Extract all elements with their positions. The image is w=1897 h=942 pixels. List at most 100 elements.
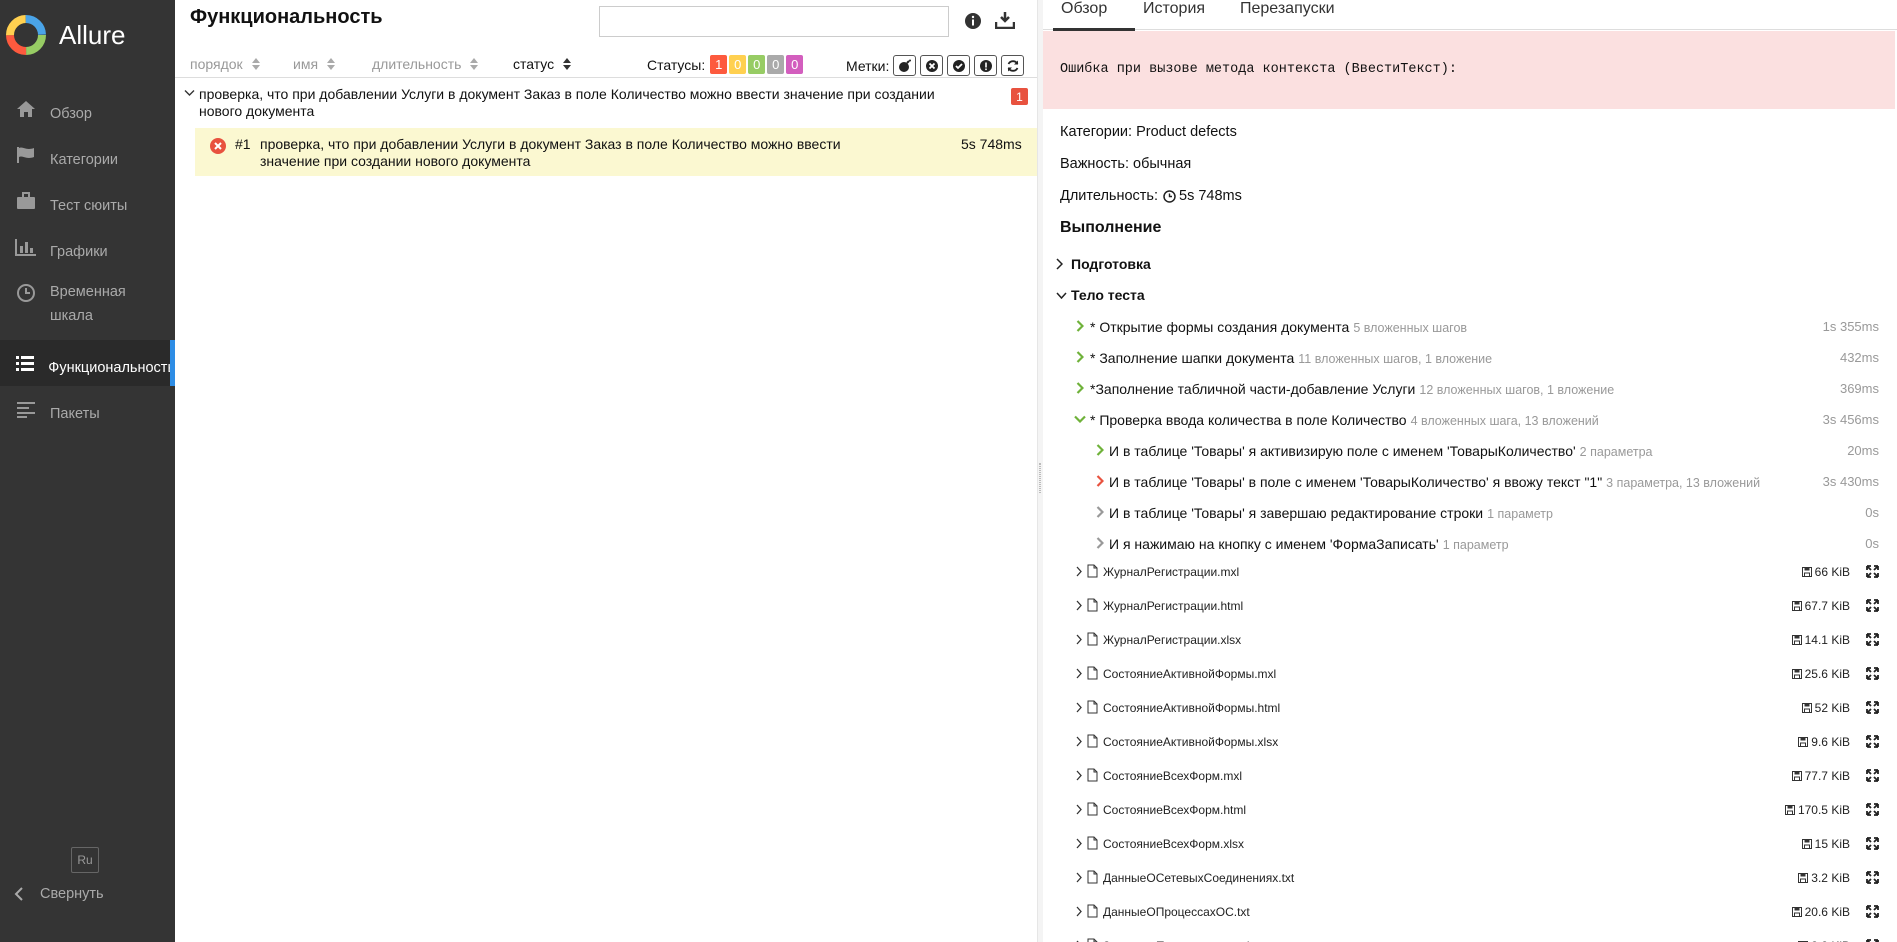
status-badge-failed[interactable]: 1 (710, 55, 728, 74)
test-details-pane: Обзор История Перезапуски Ошибка при выз… (1043, 0, 1897, 942)
info-icon[interactable] (964, 12, 982, 30)
step-row[interactable]: *Заполнение табличной части-добавление У… (1043, 378, 1879, 400)
search-input[interactable] (599, 6, 949, 37)
expand-icon[interactable] (1866, 905, 1879, 918)
sidebar-item-graphs[interactable]: Графики (0, 224, 175, 270)
attachment-row[interactable]: ДанныеОПроцессахОС.txt 20.6 KiB (1043, 900, 1895, 924)
expand-icon[interactable] (1866, 667, 1879, 680)
attachment-row[interactable]: ЖурналРегистрации.html 67.7 KiB (1043, 594, 1895, 618)
step-row[interactable]: * Проверка ввода количества в поле Колич… (1043, 409, 1879, 431)
substep-duration: 20ms (1847, 443, 1879, 458)
attachment-size-value: 14.1 KiB (1804, 633, 1850, 647)
tab-overview[interactable]: Обзор (1052, 0, 1136, 31)
file-icon (1087, 802, 1098, 816)
mark-flaky-button[interactable] (893, 55, 917, 76)
attachment-row[interactable]: СостояниеАктивнойФормы.xlsx 9.6 KiB (1043, 730, 1895, 754)
substep-row[interactable]: И я нажимаю на кнопку с именем 'ФормаЗап… (1043, 533, 1879, 555)
logo[interactable]: Allure (5, 12, 125, 58)
chevron-right-icon (1076, 838, 1082, 849)
mark-new-passed-button[interactable] (947, 55, 971, 76)
expand-icon[interactable] (1866, 565, 1879, 578)
save-icon (1791, 771, 1802, 781)
mark-retries-button[interactable] (1001, 55, 1025, 76)
attachment-size: 3.2 KiB (1798, 871, 1850, 885)
sort-name[interactable]: имя (293, 56, 336, 72)
attachment-name: ДанныеОПроцессахОС.txt (1103, 905, 1250, 919)
language-button[interactable]: Ru (71, 847, 99, 873)
attachment-row[interactable]: СостояниеАктивнойФормы.mxl 25.6 KiB (1043, 662, 1895, 686)
sort-order[interactable]: порядок (190, 56, 260, 72)
step-duration: 1s 355ms (1822, 319, 1879, 334)
attachment-size: 25.6 KiB (1791, 667, 1850, 681)
attachment-row[interactable]: СостояниеАктивнойФормы.html 52 KiB (1043, 696, 1895, 720)
step-extra: 4 вложенных шага, 13 вложений (1410, 414, 1599, 428)
step-duration: 369ms (1839, 381, 1879, 396)
file-icon (1087, 836, 1098, 850)
marks-filter: Метки: (846, 55, 1025, 76)
mark-new-broken-button[interactable] (974, 55, 998, 76)
sidebar-item-overview[interactable]: Обзор (0, 86, 175, 132)
expand-icon[interactable] (1866, 701, 1879, 714)
status-badge-skipped[interactable]: 0 (767, 55, 785, 74)
substep-name-wrap: И в таблице 'Товары' я завершаю редактир… (1109, 505, 1553, 521)
attachment-row[interactable]: СостояниеВсехФорм.html 170.5 KiB (1043, 798, 1895, 822)
save-icon (1791, 601, 1802, 611)
setup-section[interactable]: Подготовка (1056, 256, 1151, 272)
attachment-size: 170.5 KiB (1784, 803, 1850, 817)
substep-extra: 1 параметр (1487, 507, 1553, 521)
sidebar-item-label: Пакеты (50, 406, 100, 422)
duration-label: Длительность: (1060, 188, 1159, 204)
sort-duration[interactable]: длительность (372, 56, 479, 72)
substep-row[interactable]: И в таблице 'Товары' я активизирую поле … (1043, 440, 1879, 462)
attachment-row[interactable]: ЖурналРегистрации.mxl 66 KiB (1043, 560, 1895, 584)
test-row[interactable]: #1 проверка, что при добавлении Услуги в… (195, 128, 1038, 176)
step-name-wrap: * Открытие формы создания документа 5 вло… (1090, 319, 1467, 335)
sort-status[interactable]: статус (513, 56, 572, 72)
chevron-right-icon (1076, 634, 1082, 645)
status-badge-passed[interactable]: 0 (748, 55, 766, 74)
attachment-row[interactable]: СостояниеВсехФорм.mxl 77.7 KiB (1043, 764, 1895, 788)
collapse-button[interactable]: Свернуть (14, 886, 104, 902)
substep-row[interactable]: И в таблице 'Товары' в поле с именем 'То… (1043, 471, 1879, 493)
sort-name-label: имя (293, 56, 319, 72)
expand-icon[interactable] (1866, 837, 1879, 850)
sidebar-item-timeline[interactable]: Временная шкала (0, 270, 175, 340)
test-body-section[interactable]: Тело теста (1056, 287, 1145, 303)
expand-icon[interactable] (1866, 769, 1879, 782)
substep-name: И в таблице 'Товары' я завершаю редактир… (1109, 505, 1484, 521)
sidebar-item-packages[interactable]: Пакеты (0, 386, 175, 432)
mark-new-failed-button[interactable] (920, 55, 944, 76)
attachment-row[interactable]: ЗначенияПеременных.mxl 3.2 KiB (1043, 934, 1895, 942)
download-icon[interactable] (995, 11, 1015, 29)
status-badge-broken[interactable]: 0 (729, 55, 747, 74)
sidebar-item-label: Обзор (50, 106, 92, 122)
status-badge-unknown[interactable]: 0 (786, 55, 804, 74)
step-row[interactable]: * Открытие формы создания документа 5 вло… (1043, 316, 1879, 338)
chevron-right-icon (1076, 566, 1082, 577)
expand-icon[interactable] (1866, 599, 1879, 612)
sidebar-item-behaviors[interactable]: Функциональность (0, 340, 175, 386)
expand-icon[interactable] (1866, 633, 1879, 646)
expand-icon[interactable] (1866, 871, 1879, 884)
file-icon (1087, 632, 1098, 646)
step-extra: 5 вложенных шагов (1353, 321, 1468, 335)
expand-icon[interactable] (1866, 735, 1879, 748)
step-row[interactable]: * Заполнение шапки документа 11 вложенных… (1043, 347, 1879, 369)
sidebar-item-categories[interactable]: Категории (0, 132, 175, 178)
duration-info: Длительность: 5s 748ms (1060, 188, 1242, 204)
sort-icon (251, 58, 260, 70)
resize-handle[interactable] (1039, 463, 1041, 493)
chevron-right-icon (1076, 906, 1082, 917)
attachment-row[interactable]: ДанныеОСетевыхСоединениях.txt 3.2 KiB (1043, 866, 1895, 890)
sidebar-item-suites[interactable]: Тест сюиты (0, 178, 175, 224)
tab-retries[interactable]: Перезапуски (1240, 0, 1335, 30)
attachment-row[interactable]: ЖурналРегистрации.xlsx 14.1 KiB (1043, 628, 1895, 652)
save-icon (1801, 567, 1812, 577)
clock-icon (13, 280, 39, 306)
tab-history[interactable]: История (1143, 0, 1205, 30)
substep-row[interactable]: И в таблице 'Товары' я завершаю редактир… (1043, 502, 1879, 524)
chevron-down-icon (1074, 415, 1086, 423)
chevron-right-icon (1096, 444, 1104, 456)
expand-icon[interactable] (1866, 803, 1879, 816)
attachment-row[interactable]: СостояниеВсехФорм.xlsx 15 KiB (1043, 832, 1895, 856)
